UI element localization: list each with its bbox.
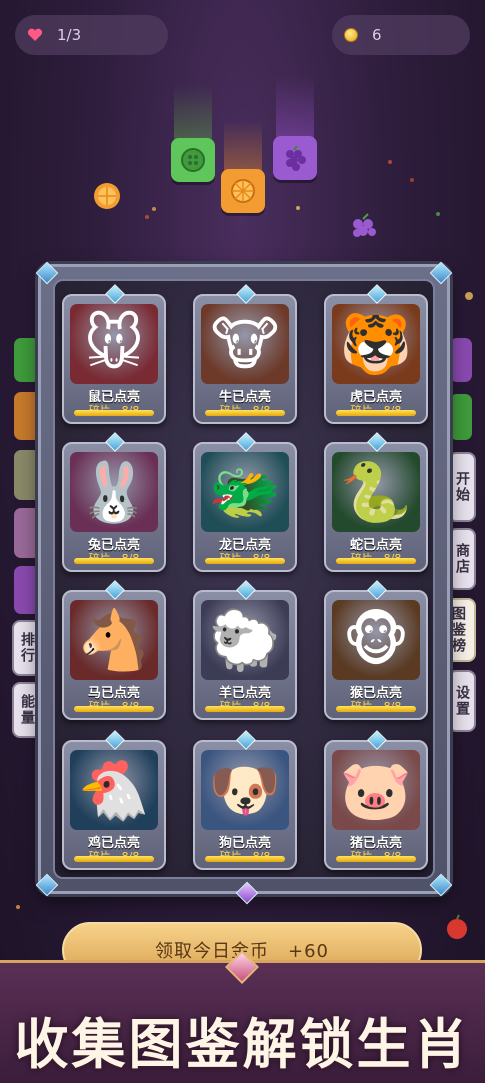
side-tile — [450, 338, 472, 382]
tile-trail — [276, 75, 314, 145]
snake-icon: 🐍 — [332, 452, 420, 532]
bottom-gem-icon — [235, 881, 259, 905]
tile-trail — [174, 85, 212, 145]
card-progress-bar — [74, 856, 154, 862]
zodiac-card[interactable]: 🐔鸡已点亮碎片 8/8 — [62, 730, 166, 870]
corner-gem-icon — [429, 261, 453, 285]
card-progress-bar — [74, 410, 154, 416]
lives-pill: 1/3 — [15, 15, 168, 55]
rat-icon: 🐭 — [70, 304, 158, 384]
side-tile — [14, 450, 40, 500]
card-progress-fill — [336, 706, 416, 712]
orange-fruit-icon — [92, 181, 122, 215]
rabbit-icon: 🐰 — [70, 452, 158, 532]
card-progress-fill — [74, 558, 154, 564]
tab-settings[interactable]: 设置 — [448, 670, 476, 732]
card-progress-bar — [205, 410, 285, 416]
coin-icon — [344, 28, 358, 42]
dog-icon: 🐶 — [201, 750, 289, 830]
side-tile — [450, 394, 472, 440]
card-progress-bar — [205, 558, 285, 564]
tab-shop[interactable]: 商店 — [448, 528, 476, 590]
zodiac-card[interactable]: 🐲龙已点亮碎片 8/8 — [193, 432, 297, 572]
card-progress-bar — [336, 410, 416, 416]
heart-icon — [27, 28, 43, 42]
confetti — [152, 207, 156, 211]
confetti — [410, 178, 414, 182]
confetti — [145, 215, 149, 219]
side-tile — [14, 566, 40, 614]
card-progress-fill — [336, 856, 416, 862]
coin-count: 6 — [372, 26, 382, 44]
side-tile — [14, 392, 40, 440]
zodiac-card[interactable]: 🐶狗已点亮碎片 8/8 — [193, 730, 297, 870]
monkey-icon: 🐵 — [332, 600, 420, 680]
zodiac-card[interactable]: 🐵猴已点亮碎片 8/8 — [324, 580, 428, 720]
zodiac-card[interactable]: 🐑羊已点亮碎片 8/8 — [193, 580, 297, 720]
card-progress-fill — [336, 410, 416, 416]
lives-count: 1/3 — [57, 26, 82, 44]
card-progress-bar — [336, 856, 416, 862]
zodiac-card[interactable]: 🐷猪已点亮碎片 8/8 — [324, 730, 428, 870]
confetti — [436, 212, 440, 216]
card-progress-fill — [205, 706, 285, 712]
confetti — [296, 206, 300, 210]
card-progress-fill — [336, 558, 416, 564]
card-progress-bar — [74, 706, 154, 712]
orange-tile — [221, 169, 265, 213]
card-progress-fill — [205, 558, 285, 564]
corner-gem-icon — [429, 873, 453, 897]
side-tile — [14, 508, 40, 558]
confetti — [16, 905, 20, 909]
coins-pill: 6 — [332, 15, 470, 55]
button-tile — [171, 138, 215, 182]
sheep-icon: 🐑 — [201, 600, 289, 680]
card-progress-fill — [205, 410, 285, 416]
rooster-icon: 🐔 — [70, 750, 158, 830]
grape-tile — [273, 136, 317, 180]
corner-gem-icon — [35, 873, 59, 897]
card-progress-bar — [336, 706, 416, 712]
card-progress-bar — [336, 558, 416, 564]
side-tile — [14, 338, 40, 382]
zodiac-card[interactable]: 🐮牛已点亮碎片 8/8 — [193, 284, 297, 424]
slogan: 收集图鉴解锁生肖 — [14, 1013, 471, 1076]
corner-gem-icon — [35, 261, 59, 285]
confetti — [388, 160, 392, 164]
card-progress-fill — [74, 856, 154, 862]
tab-start[interactable]: 开始 — [448, 452, 476, 522]
tile-trail — [224, 120, 262, 175]
zodiac-card[interactable]: 🐍蛇已点亮碎片 8/8 — [324, 432, 428, 572]
card-progress-bar — [74, 558, 154, 564]
grape-fruit-icon — [348, 212, 380, 248]
zodiac-card[interactable]: 🐴马已点亮碎片 8/8 — [62, 580, 166, 720]
ox-icon: 🐮 — [201, 304, 289, 384]
horse-icon: 🐴 — [70, 600, 158, 680]
card-progress-bar — [205, 706, 285, 712]
card-progress-fill — [74, 706, 154, 712]
apple-fruit-icon — [444, 914, 470, 944]
tiger-icon: 🐯 — [332, 304, 420, 384]
pig-icon: 🐷 — [332, 750, 420, 830]
card-progress-fill — [74, 410, 154, 416]
zodiac-card[interactable]: 🐰兔已点亮碎片 8/8 — [62, 432, 166, 572]
card-progress-fill — [205, 856, 285, 862]
zodiac-card[interactable]: 🐭鼠已点亮碎片 8/8 — [62, 284, 166, 424]
zodiac-card[interactable]: 🐯虎已点亮碎片 8/8 — [324, 284, 428, 424]
dragon-icon: 🐲 — [201, 452, 289, 532]
card-progress-bar — [205, 856, 285, 862]
confetti — [465, 292, 473, 300]
